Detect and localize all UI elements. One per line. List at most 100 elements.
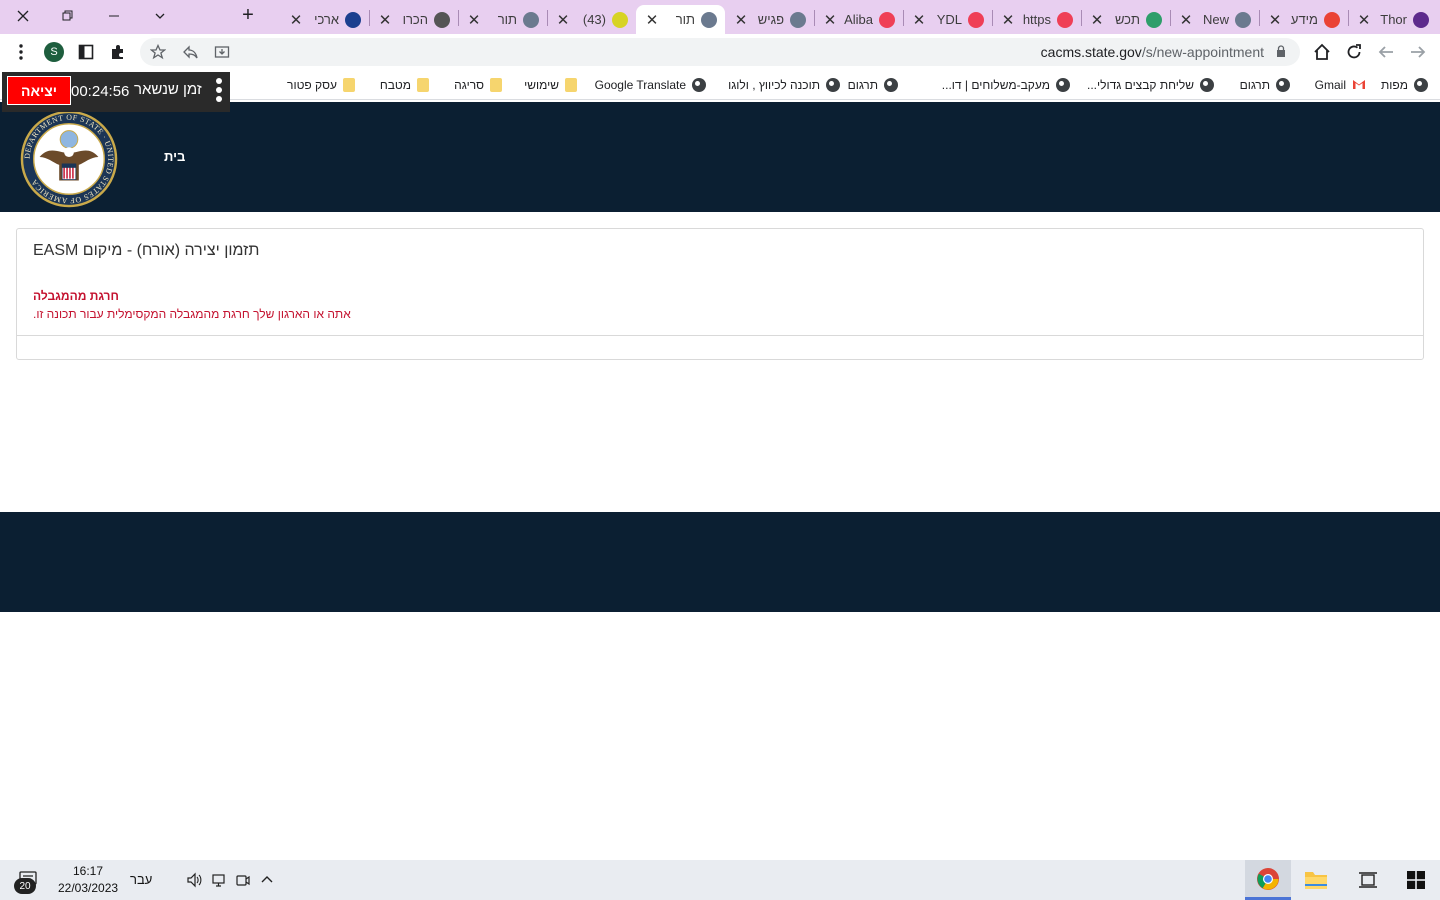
close-tab-icon[interactable]: ✕	[822, 11, 838, 29]
home-nav-link[interactable]: בית	[164, 149, 185, 164]
bookmark-label: Gmail	[1314, 78, 1346, 92]
close-tab-icon[interactable]: ✕	[288, 11, 304, 29]
new-tab-button[interactable]: +	[236, 4, 260, 28]
close-tab-icon[interactable]: ✕	[644, 11, 660, 29]
bookmark-label: עסק פטור	[287, 78, 337, 92]
bookmark-item[interactable]: Gmail	[1315, 76, 1366, 94]
e-logo-icon	[1413, 11, 1429, 28]
input-language-indicator[interactable]: עבר	[130, 872, 152, 887]
close-tab-icon[interactable]: ✕	[555, 11, 571, 29]
bookmark-star-button[interactable]	[146, 40, 170, 64]
url-text[interactable]: cacms.state.gov/s/new-appointment	[1041, 44, 1264, 60]
network-icon[interactable]	[210, 871, 228, 889]
tab-title: YDL	[936, 12, 962, 27]
tab-separator	[1081, 10, 1082, 26]
bookmark-item[interactable]: Google Translate	[595, 76, 706, 94]
reload-button[interactable]	[1342, 40, 1366, 64]
globe-icon	[884, 78, 898, 92]
forward-button[interactable]	[1406, 40, 1430, 64]
tab-title: תור	[497, 12, 517, 27]
browser-tab[interactable]: ✕ תור	[458, 5, 547, 34]
close-icon	[17, 10, 29, 22]
share-arrow-icon	[183, 45, 198, 59]
bookmark-item[interactable]: תרגום	[848, 76, 898, 94]
close-tab-icon[interactable]: ✕	[466, 11, 482, 29]
browser-tab[interactable]: ✕ https	[992, 5, 1081, 34]
close-tab-icon[interactable]: ✕	[1000, 11, 1016, 29]
star-outline-icon	[1146, 11, 1162, 28]
side-panel-button[interactable]	[74, 40, 98, 64]
show-hidden-icons-button[interactable]	[258, 871, 276, 889]
bookmark-item[interactable]: שימושי	[524, 76, 577, 94]
clock-date[interactable]: 22/03/2023	[58, 881, 118, 895]
restore-window-button[interactable]	[45, 0, 91, 32]
side-panel-icon	[78, 44, 94, 60]
profile-avatar[interactable]: S	[44, 42, 64, 62]
globe-icon	[1276, 78, 1290, 92]
close-tab-icon[interactable]: ✕	[377, 11, 393, 29]
close-tab-icon[interactable]: ✕	[1089, 11, 1105, 29]
bookmark-item[interactable]: תוכנה לכיווץ , ולוגו	[728, 76, 840, 94]
address-bar[interactable]: cacms.state.gov/s/new-appointment	[140, 38, 1300, 66]
browser-tab[interactable]: ✕ תור	[636, 5, 725, 34]
bookmark-item[interactable]: מטבח	[380, 76, 429, 94]
clock-time[interactable]: 16:17	[58, 864, 118, 878]
extensions-button[interactable]	[106, 40, 130, 64]
department-of-state-seal[interactable]: DEPARTMENT OF STATE · UNITED STATES OF A…	[20, 110, 118, 208]
tab-separator	[369, 10, 370, 26]
timer-menu-button[interactable]	[215, 78, 223, 104]
tab-separator	[1259, 10, 1260, 26]
browser-tab[interactable]: ✕ ארכי	[280, 5, 369, 34]
browser-tab[interactable]: ✕ New	[1170, 5, 1259, 34]
bookmark-item[interactable]: עסק פטור	[287, 76, 355, 94]
close-tab-icon[interactable]: ✕	[1356, 11, 1372, 29]
close-tab-icon[interactable]: ✕	[1267, 11, 1283, 29]
browser-tab[interactable]: ✕ Aliba	[814, 5, 903, 34]
close-window-button[interactable]	[0, 0, 46, 32]
taskbar-task-view[interactable]	[1345, 860, 1391, 900]
url-host: cacms.state.gov	[1040, 44, 1142, 60]
tab-title: (43)	[582, 12, 606, 27]
appointment-card: תזמון יצירה (אורח) - מיקום EASM חרגת מהמ…	[16, 228, 1424, 360]
browser-tab[interactable]: ✕ מידע	[1259, 5, 1348, 34]
tab-separator	[1348, 10, 1349, 26]
back-button[interactable]	[1374, 40, 1398, 64]
windows-taskbar: 20 16:17 22/03/2023 עבר	[0, 860, 1440, 900]
install-app-button[interactable]	[210, 40, 234, 64]
bookmark-label: תרגום	[847, 78, 878, 92]
document-icon	[434, 11, 450, 28]
browser-tab[interactable]: ✕ הכרו	[369, 5, 458, 34]
bookmark-item[interactable]: מפות	[1381, 76, 1428, 94]
close-tab-icon[interactable]: ✕	[733, 11, 749, 29]
browser-tab[interactable]: ✕ תכש	[1081, 5, 1170, 34]
gmail-icon	[1352, 78, 1366, 92]
meet-now-icon[interactable]	[234, 871, 252, 889]
bookmark-label: שליחת קבצים גדולי...	[1087, 78, 1194, 92]
browser-menu-button[interactable]	[9, 40, 33, 64]
pocket-icon	[968, 11, 984, 28]
volume-icon[interactable]	[185, 871, 203, 889]
browser-tab[interactable]: ✕ Thor	[1348, 5, 1437, 34]
bookmark-item[interactable]: סריגה	[454, 76, 502, 94]
browser-toolbar: S cacms.state.gov/s/new-appointment	[0, 34, 1440, 70]
lock-icon[interactable]	[1276, 45, 1286, 57]
minimize-window-button[interactable]	[91, 0, 137, 32]
bookmark-item[interactable]: מעקב-משלוחים | דו...	[942, 76, 1070, 94]
bookmark-item[interactable]: שליחת קבצים גדולי...	[1087, 76, 1214, 94]
bookmark-label: מטבח	[379, 78, 411, 92]
error-heading: חרגת מהמגבלה	[33, 289, 119, 303]
exit-button[interactable]: יציאה	[7, 76, 71, 105]
start-button[interactable]	[1393, 860, 1439, 900]
browser-tab[interactable]: ✕ פגיש	[725, 5, 814, 34]
close-tab-icon[interactable]: ✕	[1178, 11, 1194, 29]
home-button[interactable]	[1310, 40, 1334, 64]
bookmark-item[interactable]: תרגום	[1240, 76, 1290, 94]
share-button[interactable]	[178, 40, 202, 64]
browser-tab[interactable]: ✕ YDL	[903, 5, 992, 34]
browser-tab[interactable]: ✕ (43)	[547, 5, 636, 34]
state-seal-icon	[523, 11, 539, 28]
tab-search-button[interactable]	[137, 0, 183, 32]
taskbar-chrome[interactable]	[1245, 860, 1291, 900]
close-tab-icon[interactable]: ✕	[911, 11, 927, 29]
taskbar-file-explorer[interactable]	[1293, 860, 1339, 900]
